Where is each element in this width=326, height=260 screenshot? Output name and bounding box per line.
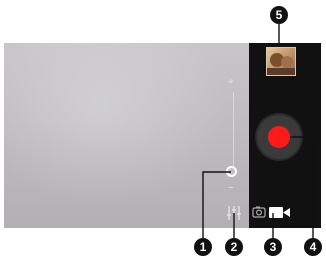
callout-3: 3 xyxy=(264,238,282,256)
callout-4: 4 xyxy=(304,238,322,256)
callout-1: 1 xyxy=(194,238,212,256)
callout-5: 5 xyxy=(270,6,288,24)
callout-2: 2 xyxy=(225,238,243,256)
callout-leader-lines xyxy=(202,24,314,238)
